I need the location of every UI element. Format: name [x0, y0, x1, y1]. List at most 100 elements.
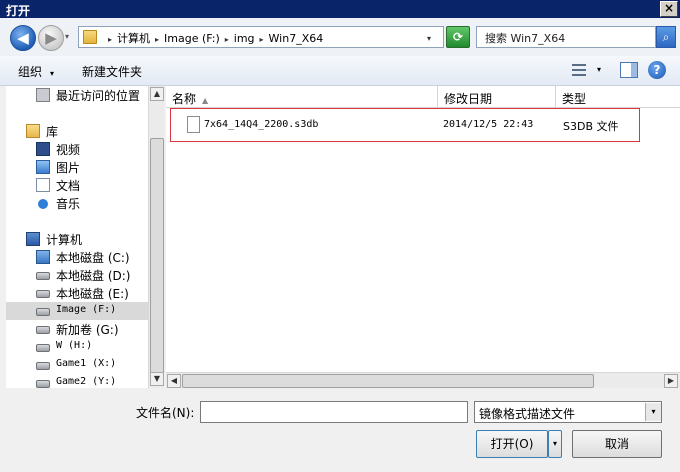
column-header: 名称 ▲ 修改日期 类型	[166, 86, 680, 108]
sidebar-item-videos[interactable]: 视频	[6, 140, 148, 158]
drive-icon	[36, 326, 50, 334]
drive-icon	[36, 344, 50, 352]
address-row: ◀ ▶ ▾ ▸ 计算机 ▸ Image (F:) ▸ img ▸ Win7_X64 ▾ ⟳ 搜…	[0, 18, 680, 56]
scroll-down-button[interactable]: ▼	[150, 372, 164, 386]
file-type: S3DB 文件	[563, 120, 619, 133]
system-drive-icon	[36, 250, 50, 264]
close-button[interactable]: ×	[660, 1, 678, 17]
open-button[interactable]: 打开(O)	[476, 430, 548, 458]
recent-places-icon	[36, 88, 50, 102]
video-icon	[36, 142, 50, 156]
search-placeholder: 搜索 Win7_X64	[485, 32, 566, 45]
sort-ascending-icon: ▲	[202, 96, 209, 105]
scroll-thumb[interactable]	[182, 374, 594, 388]
drive-icon	[36, 290, 50, 298]
help-icon[interactable]: ?	[648, 61, 666, 79]
scroll-up-button[interactable]: ▲	[150, 87, 164, 101]
sidebar-item-label: 最近访问的位置	[56, 89, 141, 103]
library-icon	[26, 124, 40, 138]
document-icon	[36, 178, 50, 192]
sidebar-item-label: 库	[46, 125, 59, 139]
file-type-value: 镜像格式描述文件	[479, 407, 576, 421]
search-input[interactable]: 搜索 Win7_X64	[476, 26, 656, 48]
breadcrumb-separator[interactable]: ▸	[108, 35, 112, 44]
navigation-pane: 最近访问的位置 库 视频 图片 文档 音乐 计算机 本地磁盘 (C:) 本地磁盘…	[6, 86, 148, 388]
column-type-header[interactable]: 类型	[556, 86, 680, 108]
file-modified-date: 2014/12/5 22:43	[443, 119, 534, 130]
recent-pages-dropdown[interactable]: ▾	[65, 32, 69, 41]
sidebar-item-label: Game1 (X:)	[56, 358, 117, 369]
open-file-dialog: 打开 × ◀ ▶ ▾ ▸ 计算机 ▸ Image (F:) ▸ img ▸ Win7_X64 …	[0, 0, 680, 472]
sidebar-item-label: Image (F:)	[56, 304, 117, 315]
view-dropdown-button[interactable]: ▾	[597, 65, 601, 74]
navigation-scrollbar[interactable]: ▲ ▼	[148, 86, 164, 388]
music-icon	[38, 199, 48, 209]
sidebar-item-drive-y[interactable]: Game2 (Y:)	[6, 374, 148, 388]
back-button[interactable]: ◀	[10, 25, 36, 51]
sidebar-item-label: 计算机	[46, 233, 83, 247]
new-folder-button[interactable]: 新建文件夹	[82, 63, 142, 80]
organize-menu-button[interactable]: 组织 ▾	[18, 63, 54, 80]
sidebar-item-drive-x[interactable]: Game1 (X:)	[6, 356, 148, 374]
address-bar[interactable]: ▸ 计算机 ▸ Image (F:) ▸ img ▸ Win7_X64 ▾	[78, 26, 444, 48]
file-row[interactable]: 7x64_14Q4_2200.s3db 2014/12/5 22:43 S3DB…	[170, 108, 640, 142]
sidebar-item-recent-places[interactable]: 最近访问的位置	[6, 86, 148, 104]
column-name-label: 名称	[172, 92, 197, 106]
sidebar-item-drive-h[interactable]: W (H:)	[6, 338, 148, 356]
sidebar-item-drive-e[interactable]: 本地磁盘 (E:)	[6, 284, 148, 302]
cancel-button[interactable]: 取消	[572, 430, 662, 458]
address-dropdown-button[interactable]: ▾	[427, 34, 431, 43]
breadcrumb-img[interactable]: img	[234, 32, 255, 45]
picture-icon	[36, 160, 50, 174]
scroll-right-button[interactable]: ▶	[664, 374, 678, 388]
sidebar-item-pictures[interactable]: 图片	[6, 158, 148, 176]
breadcrumb-computer[interactable]: 计算机	[117, 30, 150, 46]
sidebar-item-label: Game2 (Y:)	[56, 376, 117, 387]
sidebar-item-computer[interactable]: 计算机	[6, 230, 148, 248]
sidebar-item-documents[interactable]: 文档	[6, 176, 148, 194]
breadcrumb: ▸ 计算机 ▸ Image (F:) ▸ img ▸ Win7_X64	[103, 30, 323, 46]
sidebar-item-label: 视频	[56, 143, 81, 157]
sidebar-item-drive-g[interactable]: 新加卷 (G:)	[6, 320, 148, 338]
breadcrumb-separator[interactable]: ▸	[225, 35, 229, 44]
drive-icon	[36, 380, 50, 388]
refresh-button[interactable]: ⟳	[446, 26, 470, 48]
sidebar-item-label: 音乐	[56, 197, 81, 211]
sidebar-item-drive-d[interactable]: 本地磁盘 (D:)	[6, 266, 148, 284]
file-list: 名称 ▲ 修改日期 类型 7x64_14Q4_2200.s3db 2014/12/…	[166, 86, 680, 388]
computer-icon	[26, 232, 40, 246]
open-options-dropdown[interactable]: ▾	[548, 430, 562, 458]
view-options-icon[interactable]	[570, 62, 588, 78]
file-list-scrollbar[interactable]: ◀ ▶	[166, 372, 680, 388]
sidebar-item-label: 文档	[56, 179, 81, 193]
sidebar-item-drive-c[interactable]: 本地磁盘 (C:)	[6, 248, 148, 266]
drive-icon	[36, 362, 50, 370]
scroll-thumb[interactable]	[150, 138, 164, 378]
folder-icon	[83, 30, 97, 44]
sidebar-item-libraries[interactable]: 库	[6, 122, 148, 140]
breadcrumb-image-f[interactable]: Image (F:)	[164, 32, 220, 45]
chevron-down-icon: ▾	[50, 69, 55, 78]
search-icon[interactable]: ⌕	[656, 26, 676, 48]
chevron-down-icon[interactable]: ▾	[645, 403, 661, 421]
filename-input[interactable]	[200, 401, 468, 423]
sidebar-item-label: 图片	[56, 161, 81, 175]
column-date-header[interactable]: 修改日期	[438, 86, 556, 108]
file-type-select[interactable]: 镜像格式描述文件 ▾	[474, 401, 662, 423]
drive-icon	[36, 272, 50, 280]
forward-button[interactable]: ▶	[38, 25, 64, 51]
window-title: 打开	[6, 4, 31, 18]
breadcrumb-separator[interactable]: ▸	[155, 35, 159, 44]
filename-label: 文件名(N):	[136, 406, 195, 420]
command-toolbar: 组织 ▾ 新建文件夹 ▾ ?	[0, 56, 680, 86]
sidebar-item-drive-f[interactable]: Image (F:)	[6, 302, 148, 320]
dialog-footer: 文件名(N): 镜像格式描述文件 ▾ 打开(O) ▾ 取消	[0, 388, 680, 472]
sidebar-item-music[interactable]: 音乐	[6, 194, 148, 212]
breadcrumb-win7-x64[interactable]: Win7_X64	[269, 32, 324, 45]
column-name-header[interactable]: 名称 ▲	[166, 86, 438, 108]
sidebar-item-label: 本地磁盘 (C:)	[56, 251, 130, 265]
scroll-left-button[interactable]: ◀	[167, 374, 181, 388]
preview-pane-icon[interactable]	[620, 62, 638, 78]
breadcrumb-separator[interactable]: ▸	[260, 35, 264, 44]
sidebar-item-label: 本地磁盘 (E:)	[56, 287, 129, 301]
